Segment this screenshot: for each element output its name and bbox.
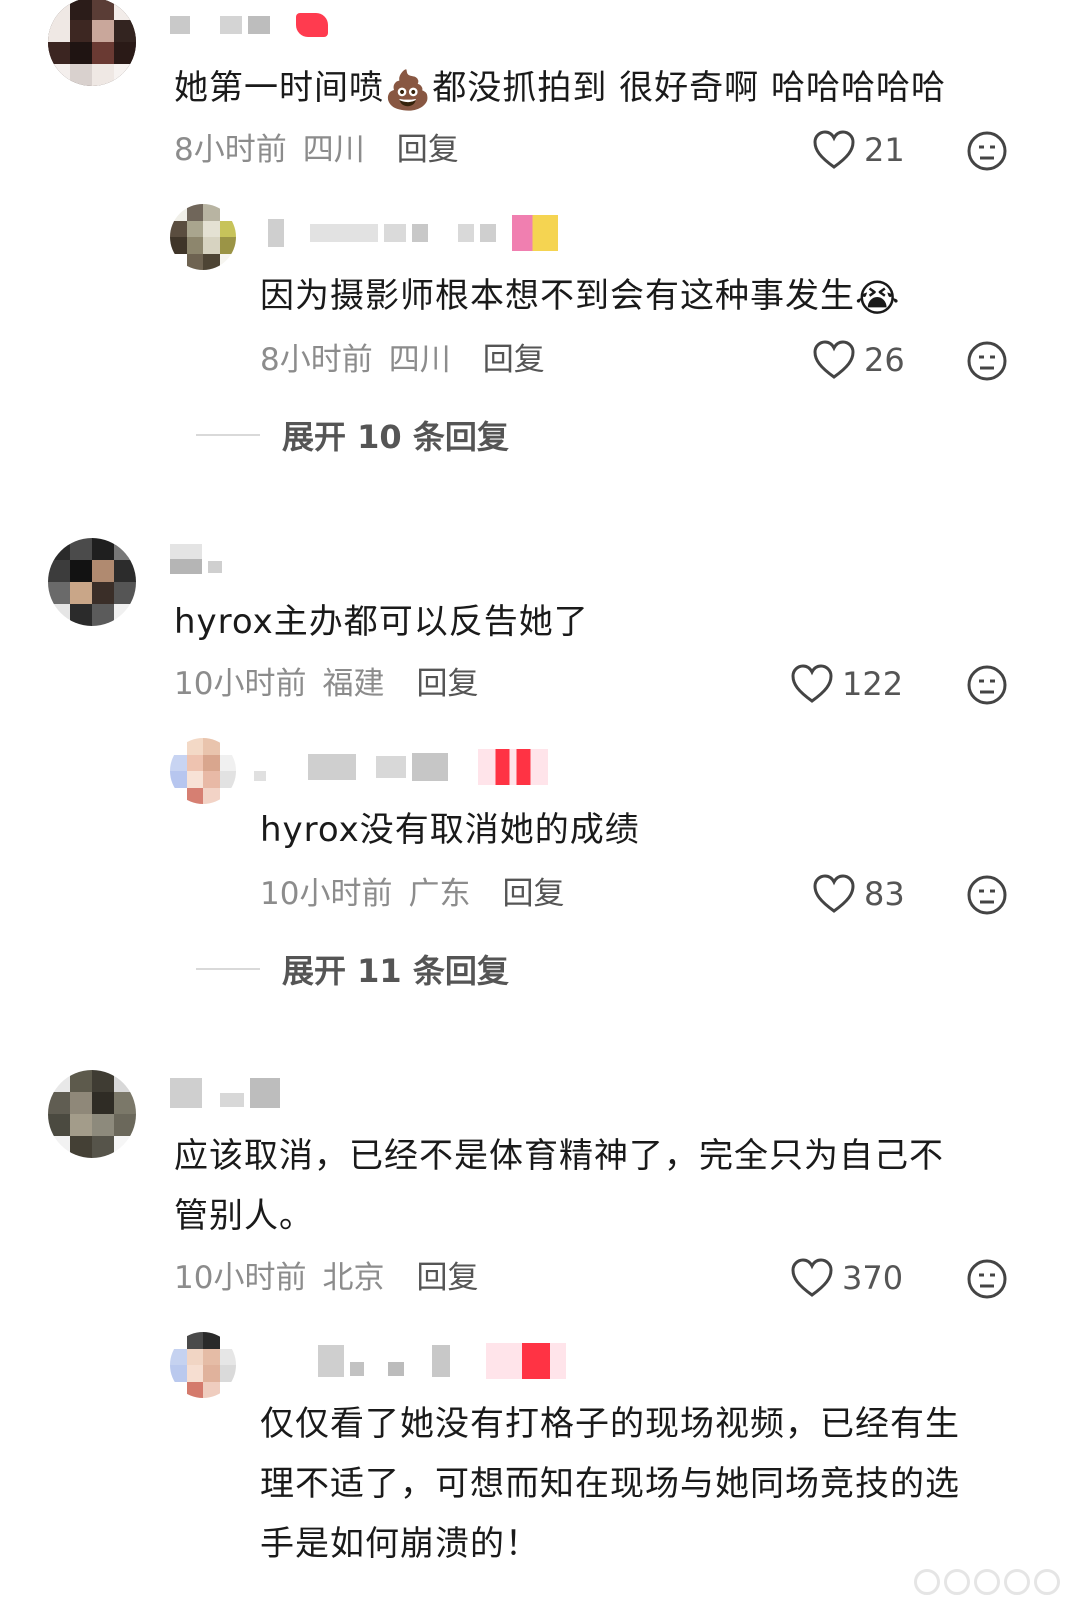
crying-face-emoji-icon: 😭 (855, 276, 901, 320)
heart-outline-icon (813, 874, 855, 913)
like-count: 26 (864, 341, 905, 379)
reply-text: 因为摄影师根本想不到会有这种事发生😭 (260, 276, 901, 320)
reply-meta: 8小时前 四川 回复 (260, 340, 545, 380)
heart-outline-icon (813, 130, 855, 169)
avatar[interactable] (48, 538, 136, 626)
like-button[interactable]: 83 (812, 874, 905, 914)
reply-button[interactable]: 回复 (502, 874, 564, 914)
username-masked[interactable] (170, 1078, 280, 1108)
timestamp: 10小时前 (174, 1260, 307, 1296)
reply-button[interactable]: 回复 (483, 340, 545, 380)
expand-replies-button[interactable]: 展开 11 条回复 (196, 946, 509, 992)
neutral-face-icon[interactable] (966, 874, 1008, 916)
username-masked[interactable] (170, 544, 222, 574)
like-count: 370 (842, 1259, 904, 1297)
region: 北京 (322, 1260, 385, 1296)
comment-meta: 10小时前 福建 回复 (174, 664, 478, 704)
timestamp: 8小时前 (174, 132, 287, 168)
reply-button[interactable]: 回复 (397, 130, 459, 170)
region: 四川 (388, 342, 451, 378)
region: 广东 (408, 876, 471, 912)
heart-outline-icon (791, 664, 833, 703)
reply-avatar[interactable] (170, 204, 236, 270)
comment-meta: 8小时前 四川 回复 (174, 130, 459, 170)
like-button[interactable]: 26 (812, 340, 905, 380)
neutral-face-icon[interactable] (966, 664, 1008, 706)
like-button[interactable]: 122 (790, 664, 903, 704)
reply-username-masked[interactable] (318, 1343, 566, 1379)
avatar[interactable] (48, 0, 136, 86)
neutral-face-icon[interactable] (966, 130, 1008, 172)
timestamp: 10小时前 (174, 666, 307, 702)
timestamp: 8小时前 (260, 342, 373, 378)
neutral-face-icon[interactable] (966, 340, 1008, 382)
divider (196, 968, 260, 970)
comment-meta: 10小时前 北京 回复 (174, 1258, 478, 1298)
like-count: 21 (864, 131, 905, 169)
expand-label: 展开 11 条回复 (282, 952, 509, 990)
timestamp: 10小时前 (260, 876, 393, 912)
like-button[interactable]: 370 (790, 1258, 903, 1298)
reply-username-masked[interactable] (268, 215, 558, 251)
reply-meta: 10小时前 广东 回复 (260, 874, 564, 914)
like-count: 83 (864, 875, 905, 913)
reply-avatar[interactable] (170, 1332, 236, 1398)
avatar[interactable] (48, 1070, 136, 1158)
username-masked[interactable] (170, 10, 328, 40)
heart-outline-icon (791, 1258, 833, 1297)
like-button[interactable]: 21 (812, 130, 905, 170)
heart-outline-icon (813, 340, 855, 379)
expand-label: 展开 10 条回复 (282, 418, 509, 456)
comment-text: 应该取消，已经不是体育精神了，完全只为自己不 管别人。 (174, 1136, 944, 1236)
watermark (914, 1569, 1060, 1595)
reply-text: 仅仅看了她没有打格子的现场视频，已经有生 理不适了，可想而知在现场与她同场竞技的… (260, 1404, 960, 1564)
reply-avatar[interactable] (170, 738, 236, 804)
reply-button[interactable]: 回复 (416, 664, 478, 704)
expand-replies-button[interactable]: 展开 10 条回复 (196, 412, 509, 458)
reply-button[interactable]: 回复 (416, 1258, 478, 1298)
neutral-face-icon[interactable] (966, 1258, 1008, 1300)
comment-text: 她第一时间喷💩都没抓拍到 很好奇啊 哈哈哈哈哈 (174, 68, 946, 112)
region: 福建 (322, 666, 385, 702)
like-count: 122 (842, 665, 904, 703)
comment-text: hyrox主办都可以反告她了 (174, 602, 589, 642)
poop-emoji-icon: 💩 (384, 68, 433, 112)
divider (196, 434, 260, 436)
reply-text: hyrox没有取消她的成绩 (260, 810, 640, 850)
region: 四川 (302, 132, 365, 168)
reply-username-masked[interactable] (254, 749, 548, 785)
